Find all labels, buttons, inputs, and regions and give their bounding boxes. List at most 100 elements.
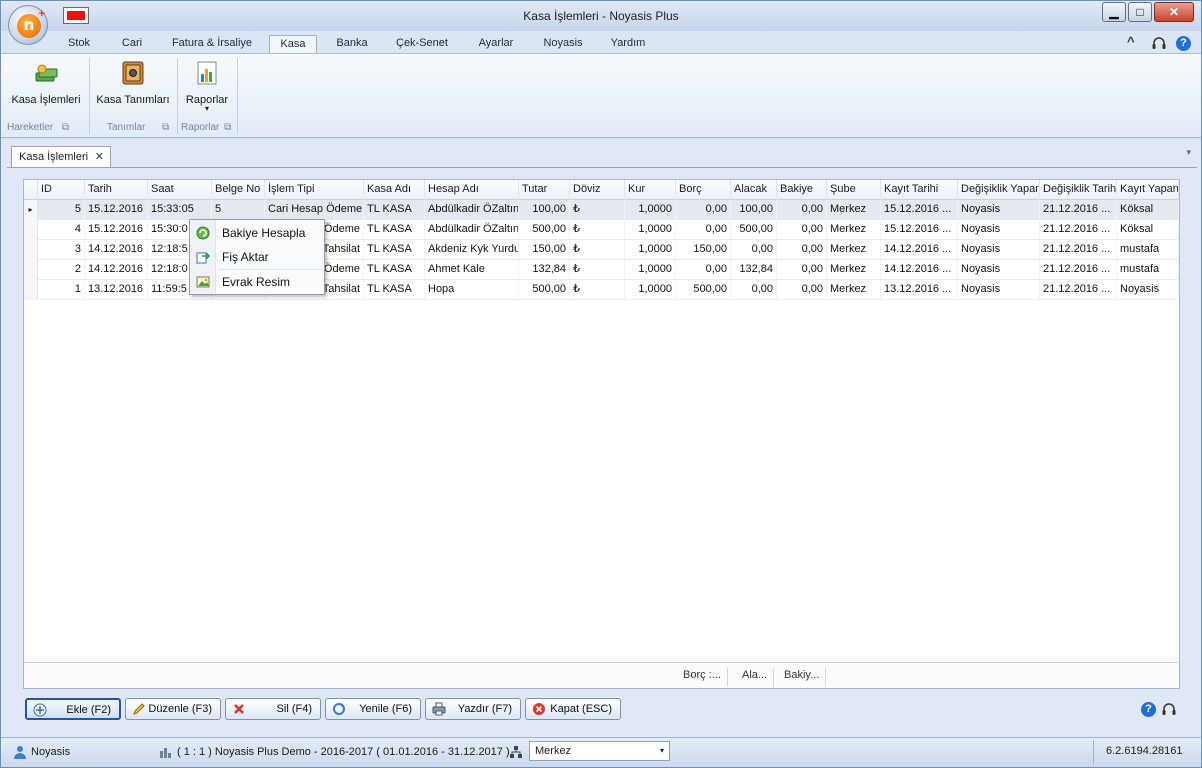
cell-saat: 15:33:05 <box>148 200 212 220</box>
menu-item-evrak-resim[interactable]: Evrak Resim <box>190 270 324 294</box>
tab-kasa[interactable]: Kasa <box>269 35 317 54</box>
duzenle-button[interactable]: Düzenle (F3) <box>125 698 221 720</box>
yenile-button[interactable]: Yenile (F6) <box>325 698 421 720</box>
menu-item-label: Fiş Aktar <box>222 250 269 264</box>
cell-tarih: 15.12.2016 <box>85 220 148 240</box>
menu-item-bakiye-hesapla[interactable]: Bakiye Hesapla <box>190 221 324 245</box>
col-header-doviz[interactable]: Döviz <box>570 180 625 200</box>
col-header-belge-no[interactable]: Belge No <box>212 180 265 200</box>
cell-kasa-adi: TL KASA <box>364 240 425 260</box>
tab-banka[interactable]: Banka <box>327 35 377 54</box>
maximize-button[interactable]: □ <box>1128 2 1152 22</box>
close-tab-icon[interactable]: ✕ <box>95 147 104 167</box>
row-indicator <box>24 280 38 300</box>
cell-tutar: 500,00 <box>519 280 570 300</box>
cell-kur: 1,0000 <box>625 220 676 240</box>
tab-noyasis[interactable]: Noyasis <box>535 35 591 54</box>
cell-bakiye: 0,00 <box>777 220 827 240</box>
col-header-kasa-adi[interactable]: Kasa Adı <box>364 180 425 200</box>
group-label-hareketler: Hareketler ⧉ <box>7 122 70 133</box>
col-header-bakiye[interactable]: Bakiye <box>777 180 827 200</box>
col-header-degisiklik-yapan[interactable]: Değişiklik Yapan <box>958 180 1040 200</box>
cell-kayit-tarihi: 13.12.2016 ... <box>881 280 958 300</box>
col-header-degisiklik-tarihi[interactable]: Değişiklik Tarihi <box>1040 180 1117 200</box>
report-chart-icon <box>194 60 220 86</box>
cell-tarih: 15.12.2016 <box>85 200 148 220</box>
cell-kayit-yapan: Köksal <box>1117 220 1179 240</box>
col-header-borc[interactable]: Borç <box>676 180 731 200</box>
document-tab-kasa-islemleri[interactable]: Kasa İşlemleri ✕ <box>11 146 111 168</box>
status-bar: Noyasis ( 1 : 1 ) Noyasis Plus Demo - 20… <box>1 737 1201 767</box>
branch-select[interactable]: Merkez ▾ <box>529 741 670 761</box>
cell-borc: 0,00 <box>676 200 731 220</box>
kasa-islemleri-button[interactable]: Kasa İşlemleri <box>11 60 81 106</box>
table-row[interactable]: ▸ 5 15.12.2016 15:33:05 5 Cari Hesap Öde… <box>24 200 1179 220</box>
close-button[interactable]: ✕ <box>1154 2 1194 22</box>
tab-cek-senet[interactable]: Çek-Senet <box>389 35 455 54</box>
col-header-sube[interactable]: Şube <box>827 180 881 200</box>
tab-overflow-icon[interactable]: ▾ <box>1186 147 1191 158</box>
app-window: Kasa İşlemleri - Noyasis Plus ▁ □ ✕ n + … <box>0 0 1202 768</box>
title-bar: Kasa İşlemleri - Noyasis Plus ▁ □ ✕ <box>1 1 1201 31</box>
money-stack-icon <box>33 60 59 86</box>
group-launcher-icon[interactable]: ⧉ <box>162 122 169 133</box>
help-icon[interactable]: ? <box>1141 702 1156 717</box>
col-header-kur[interactable]: Kur <box>625 180 676 200</box>
sil-button[interactable]: Sil (F4) <box>225 698 321 720</box>
help-icon[interactable]: ? <box>1176 36 1191 51</box>
ribbon-collapse-icon[interactable]: ^ <box>1127 34 1135 49</box>
tab-yardim[interactable]: Yardım <box>603 35 653 54</box>
cell-hesap-adi: Abdülkadir ÖZaltın <box>425 200 519 220</box>
cell-degisiklik-tarihi: 21.12.2016 ... <box>1040 220 1117 240</box>
col-header-saat[interactable]: Saat <box>148 180 212 200</box>
app-menu-button[interactable]: n + <box>8 5 48 45</box>
col-header-id[interactable]: ID <box>38 180 85 200</box>
cell-degisiklik-tarihi: 21.12.2016 ... <box>1040 240 1117 260</box>
tab-stok[interactable]: Stok <box>59 35 99 54</box>
cell-kayit-yapan: mustafa <box>1117 260 1179 280</box>
tab-fatura-irsaliye[interactable]: Fatura & İrsaliye <box>165 35 259 54</box>
col-header-kayit-tarihi[interactable]: Kayıt Tarihi <box>881 180 958 200</box>
cell-alacak: 132,84 <box>731 260 777 280</box>
cell-hesap-adi: Hopa <box>425 280 519 300</box>
col-header-tutar[interactable]: Tutar <box>519 180 570 200</box>
col-header-tarih[interactable]: Tarih <box>85 180 148 200</box>
cell-doviz: ₺ <box>570 280 625 300</box>
kapat-label: Kapat (ESC) <box>550 703 612 715</box>
cell-id: 3 <box>38 240 85 260</box>
ekle-label: Ekle (F2) <box>66 704 111 716</box>
col-header-islem-tipi[interactable]: İşlem Tipi <box>265 180 364 200</box>
kasa-tanimlari-button[interactable]: Kasa Tanımları <box>95 60 171 106</box>
yenile-label: Yenile (F6) <box>359 703 412 715</box>
tab-ayarlar[interactable]: Ayarlar <box>469 35 523 54</box>
row-indicator-icon: ▸ <box>24 200 38 220</box>
col-header-hesap-adi[interactable]: Hesap Adı <box>425 180 519 200</box>
user-icon <box>14 746 26 759</box>
branch-network-icon <box>510 746 522 758</box>
ekle-button[interactable]: Ekle (F2) <box>25 698 121 720</box>
cell-kayit-tarihi: 15.12.2016 ... <box>881 200 958 220</box>
minimize-button[interactable]: ▁ <box>1102 2 1126 22</box>
cell-id: 4 <box>38 220 85 240</box>
group-launcher-icon[interactable]: ⧉ <box>62 122 69 133</box>
ribbon-tabs: Stok Cari Fatura & İrsaliye Kasa Banka Ç… <box>1 32 1201 54</box>
raporlar-button[interactable]: Raporlar ▾ <box>183 60 231 113</box>
cell-tutar: 150,00 <box>519 240 570 260</box>
col-header-kayit-yapan[interactable]: Kayıt Yapan <box>1117 180 1179 200</box>
summary-bakiye: Bakiy... <box>784 668 827 686</box>
col-header-alacak[interactable]: Alacak <box>731 180 777 200</box>
cell-sube: Merkez <box>827 200 881 220</box>
kapat-button[interactable]: Kapat (ESC) <box>525 698 621 720</box>
yazdir-button[interactable]: Yazdır (F7) <box>425 698 521 720</box>
tab-cari[interactable]: Cari <box>113 35 151 54</box>
row-indicator <box>24 260 38 280</box>
group-launcher-icon[interactable]: ⧉ <box>224 122 231 133</box>
ribbon-group-divider <box>237 58 238 134</box>
cell-borc: 150,00 <box>676 240 731 260</box>
support-headset-icon[interactable] <box>1151 36 1167 51</box>
window-title: Kasa İşlemleri - Noyasis Plus <box>523 9 679 23</box>
refresh-calc-icon <box>196 226 210 240</box>
menu-item-fis-aktar[interactable]: Fiş Aktar <box>190 245 324 269</box>
cell-tutar: 500,00 <box>519 220 570 240</box>
support-headset-icon[interactable] <box>1161 702 1177 717</box>
